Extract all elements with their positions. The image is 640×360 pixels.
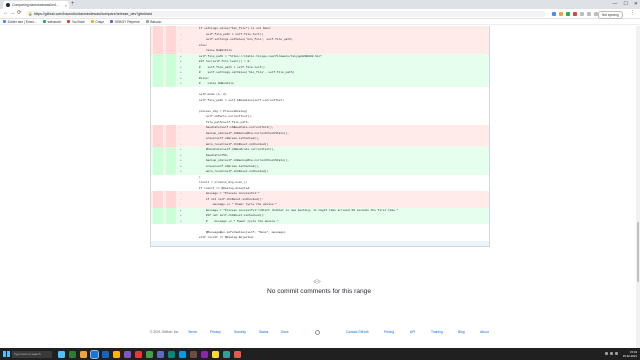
close-window-icon[interactable]: ✕ (634, 0, 638, 8)
github-logo-icon[interactable] (315, 330, 320, 335)
back-icon[interactable]: ← (3, 10, 9, 17)
footer-link-status[interactable]: Status (259, 330, 268, 335)
maximize-icon[interactable]: ☐ (623, 0, 627, 8)
taskbar-app-icon[interactable] (102, 350, 109, 358)
footer-link-training[interactable]: Training (431, 330, 443, 335)
new-tab-icon[interactable]: + (71, 1, 75, 8)
bookmark-item[interactable]: GEBOY Reyerne (110, 20, 140, 24)
menu-icon[interactable]: ⋮ (630, 10, 635, 16)
bookmark-label: Bakuno (150, 19, 162, 24)
browser-tab[interactable]: Comparing dasmiodewasi/ed... × (3, 1, 69, 9)
bookmark-item[interactable]: YouTube (67, 19, 85, 24)
footer-link-about[interactable]: About (480, 330, 489, 335)
old-line-number[interactable] (153, 241, 163, 247)
taskbar-app-icon[interactable] (113, 350, 120, 358)
comment-dots-icon (313, 279, 321, 284)
bookmark-item[interactable]: Crispr (90, 19, 105, 24)
taskbar-app-icon[interactable] (201, 350, 208, 358)
taskbar-app-icon[interactable] (190, 350, 197, 358)
bookmark-label: swhasrch (47, 19, 62, 24)
tab-title: Comparing dasmiodewasi/ed... (12, 3, 59, 7)
footer-copyright: © 2021 GitHub, Inc. (150, 330, 180, 334)
no-comments-message: No commit comments for this range (266, 288, 372, 295)
bookmark-icon (67, 20, 71, 23)
taskbar-app-icon[interactable] (135, 350, 142, 358)
page-scrollbar[interactable] (636, 26, 640, 348)
puzzle-icon[interactable] (587, 11, 591, 16)
bookmark-label: GEBOY Reyerne (114, 19, 140, 24)
reload-icon[interactable]: ⟳ (17, 10, 22, 17)
taskbar-app-icon[interactable] (179, 350, 186, 358)
taskbar-app-icon[interactable] (168, 350, 175, 358)
taskbar-app-icon[interactable] (212, 350, 219, 358)
system-tray (605, 352, 618, 355)
footer-link-privacy[interactable]: Privacy (210, 330, 221, 335)
footer: © 2021 GitHub, Inc. Terms Privacy Securi… (0, 330, 636, 338)
bookmark-icon (90, 20, 94, 23)
bookmark-item[interactable]: Zolder aim | Exerc... (3, 20, 37, 24)
extension-icon[interactable] (552, 11, 556, 16)
footer-link-api[interactable]: API (410, 330, 415, 335)
network-icon[interactable] (605, 352, 608, 355)
taskbar-app-icon[interactable] (80, 350, 87, 358)
star-icon[interactable] (580, 11, 584, 16)
bookmark-icon (110, 20, 114, 23)
footer-link-security[interactable]: Security (234, 330, 246, 335)
tab-strip: Comparing dasmiodewasi/ed... × + — ☐ ✕ (0, 0, 640, 9)
lock-icon: 🔒 (28, 11, 33, 16)
browser-toolbar: ← → ⟳ 🔒 https://github.com/haonollo/dasm… (0, 9, 640, 19)
footer-link-terms[interactable]: Terms (188, 330, 197, 335)
start-button-icon[interactable] (3, 350, 10, 358)
bookmark-icon (145, 20, 149, 23)
volume-icon[interactable] (610, 352, 613, 355)
clock-date: 15-02-2021 (622, 353, 637, 358)
bookmark-label: YouTube (71, 19, 85, 24)
footer-link-contact[interactable]: Contact GitHub (346, 330, 369, 335)
forward-icon[interactable]: → (10, 10, 16, 17)
bookmark-icon (3, 20, 6, 23)
taskbar-search-input[interactable]: Type here to search (12, 350, 52, 358)
footer-link-pricing[interactable]: Pricing (384, 330, 394, 335)
profile-button[interactable]: Not syncing (598, 10, 623, 19)
taskbar-app-icon[interactable] (124, 350, 131, 358)
scrollbar-thumb[interactable] (636, 222, 640, 282)
bookmark-item[interactable]: swhasrch (42, 19, 62, 24)
footer-link-docs[interactable]: Docs (281, 330, 289, 335)
footer-link-blog[interactable]: Blog (458, 330, 465, 335)
clock[interactable]: 15:04 15-02-2021 (623, 350, 637, 358)
bookmark-item[interactable]: Bakuno (145, 19, 162, 24)
window-controls: — ☐ ✕ (612, 0, 638, 8)
taskbar-app-icon[interactable] (69, 350, 76, 358)
bookmark-label: Crispr (95, 19, 105, 24)
diff-view: - if settings.value("bin_file") is not N… (150, 26, 490, 247)
github-page: - if settings.value("bin_file") is not N… (0, 26, 636, 348)
windows-taskbar: Type here to search 15:04 15-02-2021 (0, 348, 640, 360)
address-bar-url: https://github.com/haonollo/dasmiodewasi… (34, 11, 152, 16)
bookmarks-bar: Zolder aim | Exerc... swhasrch YouTube Cris… (0, 19, 640, 25)
minimize-icon[interactable]: — (612, 0, 617, 8)
extension-icon[interactable] (559, 11, 563, 16)
extension-icon[interactable] (573, 11, 577, 16)
diff-line (151, 240, 489, 247)
github-favicon-icon (6, 3, 10, 7)
extension-icons (552, 10, 598, 16)
taskbar-app-icon[interactable] (223, 350, 230, 358)
taskbar-app-icon[interactable] (58, 350, 65, 358)
taskbar-app-icon[interactable] (146, 350, 153, 358)
taskbar-app-icon[interactable] (90, 349, 99, 359)
extension-icon[interactable] (566, 11, 570, 16)
bookmark-label: Zolder aim | Exerc... (7, 19, 37, 24)
taskbar-app-icon[interactable] (157, 350, 164, 358)
bookmark-icon (42, 20, 46, 23)
battery-icon[interactable] (615, 352, 618, 355)
taskbar-app-icon[interactable] (234, 350, 241, 358)
address-bar[interactable]: 🔒 https://github.com/haonollo/dasmiodewa… (26, 10, 546, 17)
tab-close-icon[interactable]: × (65, 3, 67, 8)
new-line-number[interactable] (166, 241, 176, 247)
